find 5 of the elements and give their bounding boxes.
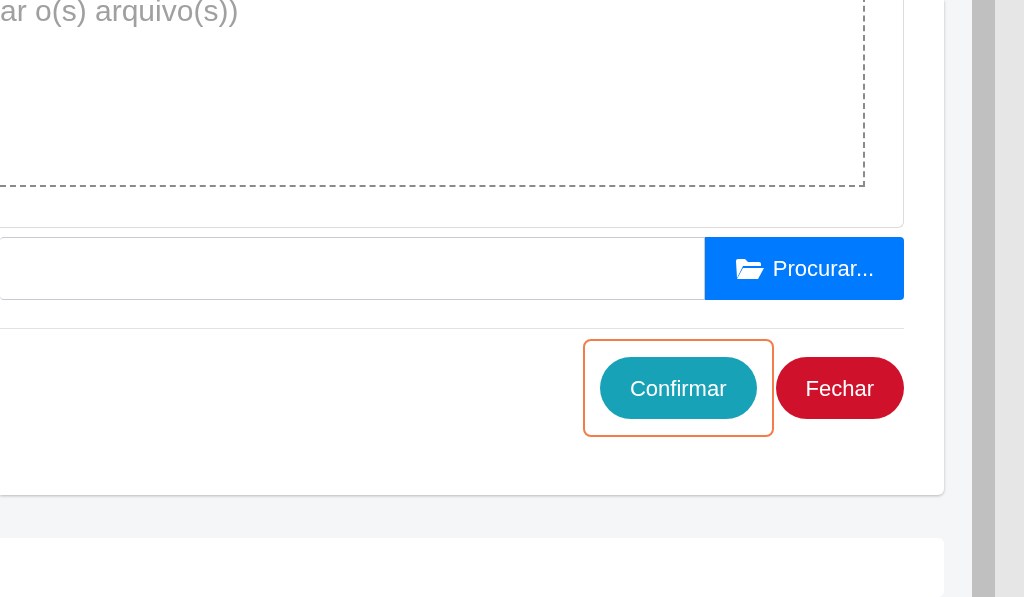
drop-hint: ar o(s) arquivo(s))	[0, 0, 240, 26]
browse-button[interactable]: Procurar...	[705, 237, 904, 300]
drop-zone[interactable]: ar o(s) arquivo(s))	[0, 0, 865, 187]
close-button[interactable]: Fechar	[775, 357, 904, 419]
confirm-button[interactable]: Confirmar	[599, 357, 757, 419]
